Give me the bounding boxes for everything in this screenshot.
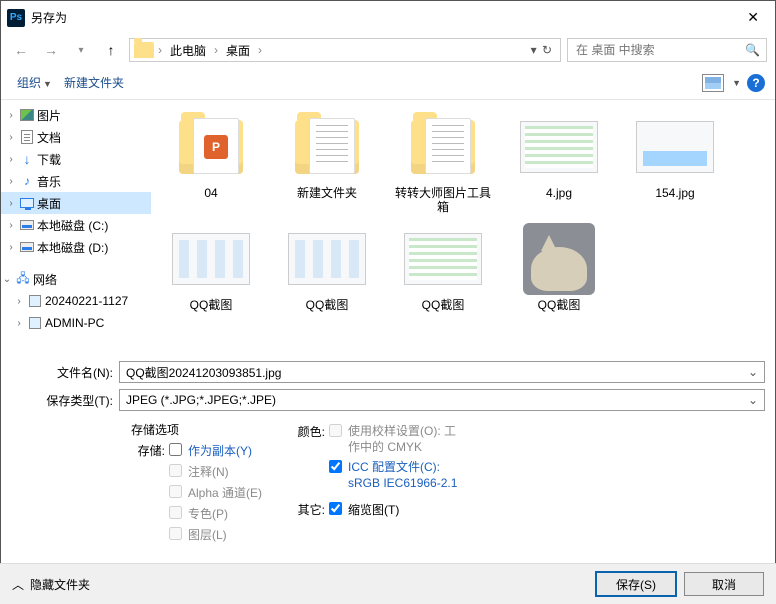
storage-sublabel: 存储: <box>131 442 165 459</box>
toolbar: 组织▼ 新建文件夹 ▼ ? <box>1 66 775 100</box>
tree-item-network[interactable]: ⌄🖧网络 <box>1 268 151 290</box>
file-item[interactable]: QQ截图 <box>159 222 263 312</box>
chevron-down-icon[interactable]: ⌄ <box>748 365 758 379</box>
nav-up-button[interactable]: ↑ <box>99 38 123 62</box>
filename-input[interactable]: QQ截图20241203093851.jpg⌄ <box>119 361 765 383</box>
alpha-channels-checkbox <box>169 485 182 498</box>
cancel-button[interactable]: 取消 <box>684 572 764 596</box>
save-as-copy-label[interactable]: 作为副本(Y) <box>188 442 252 459</box>
search-box[interactable]: 🔍 <box>567 38 767 62</box>
navigation-tree[interactable]: ›图片 ›文档 ›↓下载 ›♪音乐 ›桌面 ›本地磁盘 (C:) ›本地磁盘 (… <box>1 100 151 355</box>
tree-item-desktop[interactable]: ›桌面 <box>1 192 151 214</box>
folder-item[interactable]: 04 <box>159 110 263 214</box>
breadcrumb-this-pc[interactable]: 此电脑 <box>166 42 210 59</box>
file-item[interactable]: 4.jpg <box>507 110 611 214</box>
hide-folders-toggle[interactable]: ︿隐藏文件夹 <box>12 576 90 593</box>
save-button[interactable]: 保存(S) <box>596 572 676 596</box>
annotations-label: 注释(N) <box>188 463 229 480</box>
new-folder-button[interactable]: 新建文件夹 <box>58 70 130 95</box>
tree-separator <box>1 258 151 268</box>
filename-label: 文件名(N): <box>11 364 119 381</box>
tree-item-downloads[interactable]: ›↓下载 <box>1 148 151 170</box>
tree-item-documents[interactable]: ›文档 <box>1 126 151 148</box>
address-bar: ← → ▾ ↑ › 此电脑 › 桌面 › ▾ ↻ 🔍 <box>1 34 775 66</box>
tree-item-music[interactable]: ›♪音乐 <box>1 170 151 192</box>
chevron-right-icon: › <box>258 43 262 57</box>
file-item[interactable]: QQ截图 <box>391 222 495 312</box>
dialog-footer: ︿隐藏文件夹 保存(S) 取消 <box>0 563 776 604</box>
downloads-icon: ↓ <box>24 151 31 167</box>
search-icon[interactable]: 🔍 <box>745 43 760 57</box>
window-title: 另存为 <box>31 9 739 26</box>
save-as-copy-checkbox[interactable] <box>169 443 182 456</box>
view-mode-dropdown[interactable]: ▼ <box>732 78 741 88</box>
desktop-icon <box>20 198 34 208</box>
chevron-up-icon: ︿ <box>12 576 24 593</box>
pictures-icon <box>20 109 34 121</box>
search-input[interactable] <box>574 42 745 58</box>
thumbnail-checkbox[interactable] <box>329 502 342 515</box>
save-fields: 文件名(N): QQ截图20241203093851.jpg⌄ 保存类型(T):… <box>1 355 775 545</box>
storage-options-heading: 存储选项 <box>131 421 281 438</box>
file-item[interactable]: QQ截图 <box>275 222 379 312</box>
music-icon: ♪ <box>24 174 30 188</box>
file-item[interactable]: QQ截图 <box>507 222 611 312</box>
icc-profile-label[interactable]: ICC 配置文件(C): <box>348 459 457 475</box>
filetype-select[interactable]: JPEG (*.JPG;*.JPEG;*.JPE)⌄ <box>119 389 765 411</box>
photoshop-icon: Ps <box>7 9 25 27</box>
computer-icon <box>29 317 41 329</box>
thumbnail-label: 缩览图(T) <box>348 501 399 518</box>
breadcrumb-desktop[interactable]: 桌面 <box>222 42 254 59</box>
icc-profile-value[interactable]: sRGB IEC61966-2.1 <box>348 475 457 491</box>
chevron-right-icon: › <box>214 43 218 57</box>
tree-item-disk-c[interactable]: ›本地磁盘 (C:) <box>1 214 151 236</box>
tree-item-network-node[interactable]: ›20240221-1127 <box>1 290 151 312</box>
breadcrumb-expand[interactable]: ▾ ↻ <box>531 43 556 57</box>
spot-colors-checkbox <box>169 506 182 519</box>
view-mode-button[interactable] <box>702 74 724 92</box>
breadcrumb[interactable]: › 此电脑 › 桌面 › ▾ ↻ <box>129 38 561 62</box>
layers-label: 图层(L) <box>188 526 227 543</box>
file-grid[interactable]: 04 新建文件夹 转转大师图片工具箱 4.jpg 154.jpg QQ截图 QQ… <box>151 100 775 355</box>
annotations-checkbox <box>169 464 182 477</box>
spot-colors-label: 专色(P) <box>188 505 228 522</box>
network-icon: 🖧 <box>16 269 29 290</box>
organize-menu[interactable]: 组织▼ <box>11 70 58 95</box>
save-options: 存储选项 存储:作为副本(Y) 注释(N) Alpha 通道(E) 专色(P) … <box>11 417 765 545</box>
folder-item[interactable]: 新建文件夹 <box>275 110 379 214</box>
alpha-channels-label: Alpha 通道(E) <box>188 484 262 501</box>
file-item[interactable]: 154.jpg <box>623 110 727 214</box>
help-button[interactable]: ? <box>747 74 765 92</box>
nav-forward-button[interactable]: → <box>39 38 63 62</box>
tree-item-pictures[interactable]: ›图片 <box>1 104 151 126</box>
computer-icon <box>29 295 41 307</box>
documents-icon <box>21 130 33 144</box>
folder-icon <box>134 42 154 58</box>
tree-item-disk-d[interactable]: ›本地磁盘 (D:) <box>1 236 151 258</box>
color-heading: 颜色: <box>291 423 325 440</box>
nav-back-button[interactable]: ← <box>9 38 33 62</box>
tree-item-network-node[interactable]: ›ADMIN-PC <box>1 312 151 334</box>
chevron-right-icon: › <box>158 43 162 57</box>
icc-profile-checkbox[interactable] <box>329 460 342 473</box>
disk-icon <box>20 220 34 230</box>
title-bar: Ps 另存为 ✕ <box>1 1 775 34</box>
close-button[interactable]: ✕ <box>739 7 767 28</box>
layers-checkbox <box>169 527 182 540</box>
use-proof-setup-checkbox <box>329 424 342 437</box>
use-proof-setup-label: 使用校样设置(O): 工作中的 CMYK <box>348 423 456 455</box>
chevron-down-icon[interactable]: ⌄ <box>748 393 758 407</box>
nav-recent-dropdown[interactable]: ▾ <box>69 38 93 62</box>
other-heading: 其它: <box>291 501 325 518</box>
filetype-label: 保存类型(T): <box>11 392 119 409</box>
folder-item[interactable]: 转转大师图片工具箱 <box>391 110 495 214</box>
disk-icon <box>20 242 34 252</box>
